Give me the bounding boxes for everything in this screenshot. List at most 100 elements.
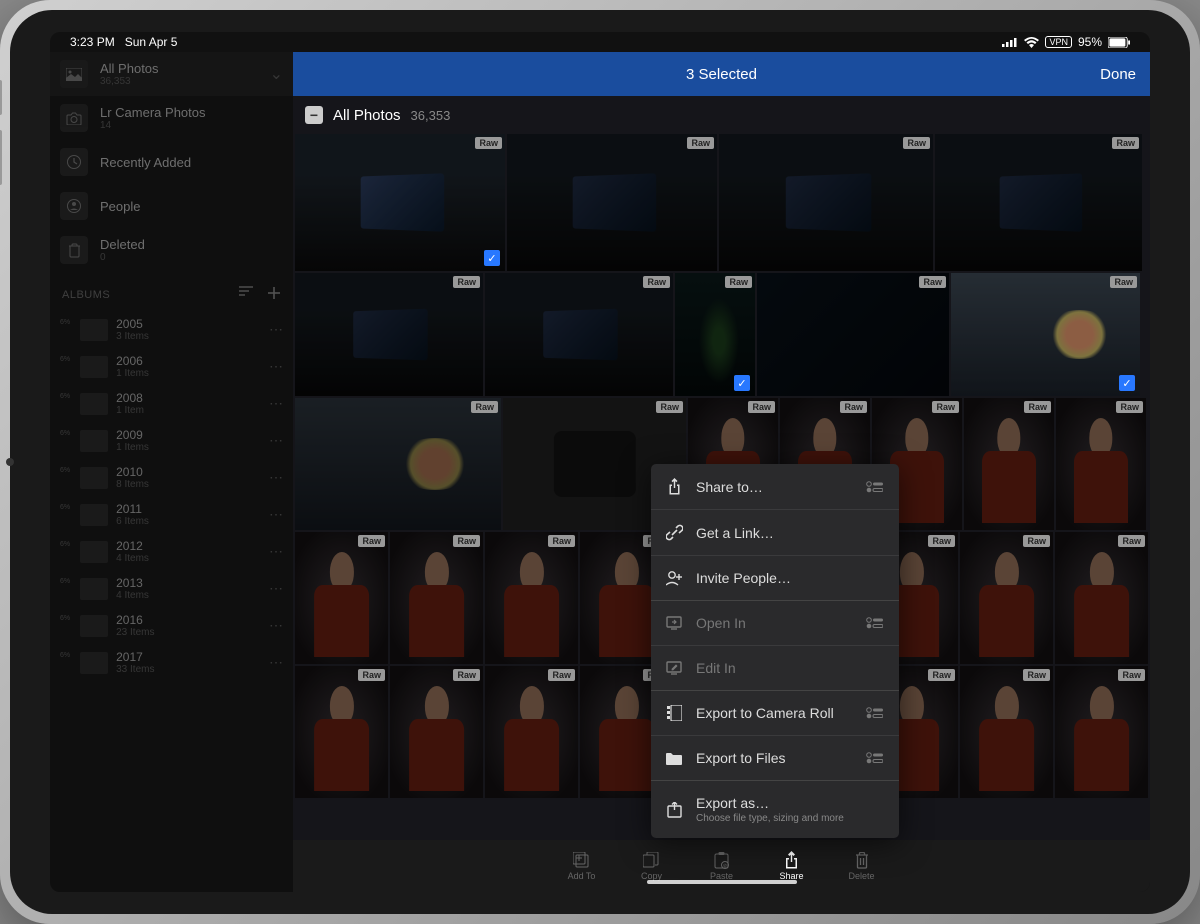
photo-thumbnail[interactable]: Raw <box>960 666 1053 798</box>
photo-thumbnail[interactable]: Raw <box>719 134 933 271</box>
done-button[interactable]: Done <box>1100 66 1136 83</box>
album-thumb <box>80 356 108 378</box>
album-thumb <box>80 541 108 563</box>
home-indicator[interactable] <box>647 880 797 884</box>
album-item-2008[interactable]: 6% 20081 Item ⋯ <box>50 385 293 422</box>
albums-header: ALBUMS <box>50 272 293 311</box>
raw-badge: Raw <box>656 401 683 413</box>
more-icon[interactable]: ⋯ <box>269 432 283 449</box>
photo-thumbnail[interactable]: Raw <box>485 273 673 396</box>
album-title: 2013 <box>116 576 261 590</box>
raw-badge: Raw <box>643 276 670 288</box>
menu-link[interactable]: Get a Link… <box>651 510 899 556</box>
photo-thumbnail[interactable]: Raw <box>485 666 578 798</box>
menu-label: Get a Link… <box>696 525 885 541</box>
photo-thumbnail[interactable]: Raw <box>960 532 1053 664</box>
album-title: 2005 <box>116 317 261 331</box>
settings-toggle-icon[interactable] <box>865 480 885 494</box>
add-album-icon[interactable] <box>267 286 281 303</box>
photo-thumbnail[interactable]: Raw <box>295 666 388 798</box>
sidebar-item-sub: 36,353 <box>100 76 258 87</box>
sidebar-item-lr-camera-photos[interactable]: Lr Camera Photos14 <box>50 96 293 140</box>
menu-person-add[interactable]: Invite People… <box>651 556 899 601</box>
photo-thumbnail[interactable]: Raw <box>295 273 483 396</box>
album-thumb <box>80 430 108 452</box>
menu-export[interactable]: Export as…Choose file type, sizing and m… <box>651 781 899 838</box>
menu-share-up[interactable]: Share to… <box>651 464 899 510</box>
album-item-2011[interactable]: 6% 20116 Items ⋯ <box>50 496 293 533</box>
raw-badge: Raw <box>1023 669 1050 681</box>
photo-thumbnail[interactable]: Raw <box>390 532 483 664</box>
wifi-icon <box>1024 37 1039 48</box>
photo-thumbnail[interactable]: Raw <box>1055 666 1148 798</box>
raw-badge: Raw <box>919 276 946 288</box>
toolbar-delete-button[interactable]: Delete <box>827 851 897 881</box>
person-add-icon <box>665 570 683 586</box>
photo-thumbnail[interactable]: Raw <box>485 532 578 664</box>
more-icon[interactable]: ⋯ <box>269 395 283 412</box>
sidebar-item-deleted[interactable]: Deleted0 <box>50 228 293 272</box>
more-icon[interactable]: ⋯ <box>269 654 283 671</box>
sidebar-item-recently-added[interactable]: Recently Added <box>50 140 293 184</box>
photo-thumbnail[interactable]: Raw ✓ <box>675 273 755 396</box>
more-icon[interactable]: ⋯ <box>269 506 283 523</box>
photo-thumbnail[interactable]: Raw <box>757 273 949 396</box>
menu-sublabel: Choose file type, sizing and more <box>696 813 885 824</box>
settings-toggle-icon[interactable] <box>865 751 885 765</box>
toolbar-add-to-button[interactable]: Add To <box>547 851 617 881</box>
album-item-2013[interactable]: 6% 20134 Items ⋯ <box>50 570 293 607</box>
raw-badge: Raw <box>548 669 575 681</box>
more-icon[interactable]: ⋯ <box>269 543 283 560</box>
selection-count: 3 Selected <box>686 66 757 83</box>
photo-thumbnail[interactable]: Raw <box>964 398 1054 530</box>
toolbar-share-button[interactable]: Share <box>757 851 827 881</box>
photo-thumbnail[interactable]: Raw <box>295 398 501 530</box>
album-item-2006[interactable]: 6% 20061 Items ⋯ <box>50 348 293 385</box>
more-icon[interactable]: ⋯ <box>269 469 283 486</box>
album-item-2010[interactable]: 6% 20108 Items ⋯ <box>50 459 293 496</box>
deselect-icon[interactable]: − <box>305 106 323 124</box>
album-item-2017[interactable]: 6% 201733 Items ⋯ <box>50 644 293 681</box>
album-thumb <box>80 393 108 415</box>
toolbar-copy-button[interactable]: Copy <box>617 851 687 881</box>
album-item-2005[interactable]: 6% 20053 Items ⋯ <box>50 311 293 348</box>
photo-thumbnail[interactable]: Raw <box>507 134 717 271</box>
photo-thumbnail[interactable]: Raw ✓ <box>295 134 505 271</box>
battery-percent: 95% <box>1078 35 1102 49</box>
photo-thumbnail[interactable]: Raw <box>390 666 483 798</box>
settings-toggle-icon[interactable] <box>865 616 885 630</box>
settings-toggle-icon[interactable] <box>865 706 885 720</box>
photo-thumbnail[interactable]: Raw <box>1056 398 1146 530</box>
sidebar-item-sub: 14 <box>100 120 283 131</box>
toolbar-paste-button[interactable]: ⊘ Paste <box>687 851 757 881</box>
sidebar-icon <box>60 236 88 264</box>
more-icon[interactable]: ⋯ <box>269 358 283 375</box>
album-sub: 1 Items <box>116 368 261 379</box>
sidebar-item-sub: 0 <box>100 252 283 263</box>
photo-thumbnail[interactable]: Raw <box>935 134 1142 271</box>
more-icon[interactable]: ⋯ <box>269 321 283 338</box>
album-item-2009[interactable]: 6% 20091 Items ⋯ <box>50 422 293 459</box>
menu-folder[interactable]: Export to Files <box>651 736 899 781</box>
photo-thumbnail[interactable]: Raw ✓ <box>951 273 1140 396</box>
battery-icon <box>1108 37 1130 48</box>
photo-thumbnail[interactable]: Raw <box>1055 532 1148 664</box>
raw-badge: Raw <box>471 401 498 413</box>
share-menu: Share to… Get a Link… Invite People… Ope… <box>651 464 899 838</box>
album-item-2012[interactable]: 6% 20124 Items ⋯ <box>50 533 293 570</box>
album-thumb <box>80 652 108 674</box>
albums-label: ALBUMS <box>62 289 110 301</box>
sidebar-item-people[interactable]: People <box>50 184 293 228</box>
chevron-down-icon: ⌄ <box>270 64 283 84</box>
menu-camera-roll[interactable]: Export to Camera Roll <box>651 691 899 736</box>
raw-badge: Raw <box>928 669 955 681</box>
sort-icon[interactable] <box>239 286 253 303</box>
album-title: 2009 <box>116 428 261 442</box>
sidebar-item-all-photos[interactable]: All Photos36,353 ⌄ <box>50 52 293 96</box>
bottom-toolbar: Add To Copy ⊘ Paste Share Delete <box>293 840 1150 892</box>
more-icon[interactable]: ⋯ <box>269 617 283 634</box>
album-sub: 33 Items <box>116 664 261 675</box>
photo-thumbnail[interactable]: Raw <box>295 532 388 664</box>
album-item-2016[interactable]: 6% 201623 Items ⋯ <box>50 607 293 644</box>
more-icon[interactable]: ⋯ <box>269 580 283 597</box>
